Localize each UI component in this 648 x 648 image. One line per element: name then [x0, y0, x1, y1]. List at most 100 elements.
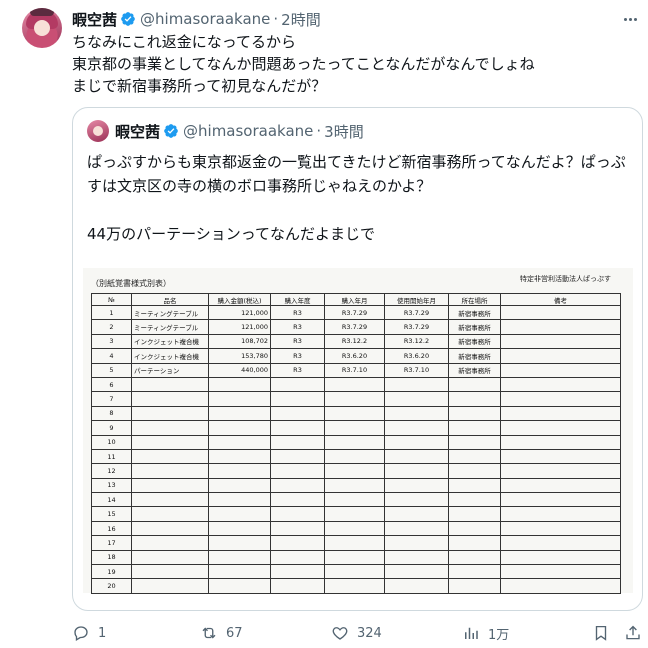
avatar[interactable] — [22, 8, 62, 48]
table-cell: R3.6.20 — [384, 348, 449, 364]
quoted-avatar — [87, 120, 109, 142]
table-cell — [500, 391, 621, 407]
table-cell — [208, 463, 271, 479]
table-row: 3 インクジェット複合機 108,702 R3 R3.12.2 R3.12.2 新宿事務所 — [91, 333, 621, 350]
table-cell — [324, 420, 385, 436]
table-cell — [324, 405, 385, 422]
share-button[interactable] — [624, 622, 648, 644]
table-cell — [208, 477, 271, 494]
table-cell: インクジェット複合機 — [131, 333, 209, 350]
table-cell: 8 — [91, 405, 132, 422]
table-cell — [448, 506, 501, 522]
table-cell — [324, 492, 385, 508]
timestamp[interactable]: 2時間 — [281, 9, 321, 30]
table-cell — [500, 304, 621, 321]
more-icon[interactable] — [620, 9, 640, 29]
table-cell — [500, 477, 621, 494]
table-cell — [208, 578, 271, 594]
table-cell — [270, 463, 325, 479]
table-cell: 1 — [91, 304, 132, 321]
table-row: 20 — [91, 578, 621, 594]
table-cell — [131, 376, 209, 393]
table-cell — [500, 333, 621, 350]
table-cell: R3.12.2 — [324, 333, 385, 350]
table-cell — [324, 564, 385, 580]
table-header-cell: 購入年度 — [270, 293, 325, 306]
table-cell — [208, 376, 271, 393]
table-cell — [324, 463, 385, 479]
table-cell — [324, 535, 385, 551]
table-cell — [324, 549, 385, 566]
tweet-header: 暇空茜 @himasoraakane · 2時間 — [72, 9, 321, 29]
table-cell — [384, 376, 449, 393]
table-row: 14 — [91, 492, 621, 508]
repost-count: 67 — [226, 625, 243, 641]
table-cell — [208, 405, 271, 422]
table-cell — [384, 520, 449, 537]
table-cell — [448, 520, 501, 537]
action-bar: 1 67 324 1万 — [72, 622, 642, 644]
table-row: 4 インクジェット複合機 153,780 R3 R3.6.20 R3.6.20 新宿事務所 — [91, 348, 621, 364]
author-handle[interactable]: @himasoraakane — [140, 10, 270, 28]
table-cell — [270, 420, 325, 436]
table-cell — [500, 520, 621, 537]
table-row: 12 — [91, 463, 621, 479]
quoted-tweet[interactable]: 暇空茜 @himasoraakane · 3時間 ぱっぷすからも東京都返金の一覧… — [72, 107, 643, 611]
table-cell — [270, 564, 325, 580]
table-cell — [448, 376, 501, 393]
table-cell — [131, 391, 209, 407]
table-cell — [131, 564, 209, 580]
table-cell: 7 — [91, 391, 132, 407]
repost-button[interactable]: 67 — [200, 622, 243, 644]
table-cell — [131, 420, 209, 436]
author-name[interactable]: 暇空茜 — [72, 9, 117, 30]
table-cell — [448, 477, 501, 494]
like-icon — [332, 627, 348, 640]
table-cell — [448, 578, 501, 594]
table-cell — [448, 549, 501, 566]
table-cell — [270, 578, 325, 594]
table-cell — [270, 535, 325, 551]
document-image[interactable]: （別紙覚書様式別表） 特定非営利活動法人ぱっぷす № 品名 購入金額(税込) 購入年度… — [83, 268, 633, 594]
table-cell — [208, 549, 271, 566]
table-cell — [448, 405, 501, 422]
table-cell — [500, 564, 621, 580]
table-cell: 17 — [91, 535, 132, 551]
table-cell — [131, 405, 209, 422]
table-row: 17 — [91, 535, 621, 551]
table-cell: 11 — [91, 448, 132, 465]
tweet[interactable]: 暇空茜 @himasoraakane · 2時間 ちなみにこれ返金になってるから… — [0, 0, 648, 648]
table-cell — [324, 391, 385, 407]
views-button[interactable]: 1万 — [462, 622, 509, 644]
table-cell: 440,000 — [208, 362, 271, 378]
table-cell: 新宿事務所 — [448, 304, 501, 321]
table-row: 10 — [91, 434, 621, 450]
table-header-cell: 品名 — [131, 293, 209, 306]
table-cell: 新宿事務所 — [448, 362, 501, 378]
table-cell: R3 — [270, 362, 325, 378]
like-button[interactable]: 324 — [331, 622, 382, 644]
table-cell — [324, 434, 385, 450]
table-cell — [384, 564, 449, 580]
table-cell — [448, 492, 501, 508]
table-cell: 9 — [91, 420, 132, 436]
table-cell — [131, 506, 209, 522]
table-row: 6 — [91, 376, 621, 393]
reply-button[interactable]: 1 — [72, 622, 106, 644]
table-cell: R3 — [270, 333, 325, 350]
table-header-cell: 使用開始年月 — [384, 293, 449, 306]
table-cell — [384, 405, 449, 422]
table-cell — [131, 477, 209, 494]
table-cell: R3.12.2 — [384, 333, 449, 350]
reply-count: 1 — [98, 625, 107, 641]
quoted-header: 暇空茜 @himasoraakane · 3時間 — [115, 121, 364, 141]
table-cell: R3.7.10 — [324, 362, 385, 378]
table-cell: 2 — [91, 319, 132, 335]
table-cell: パーテーション — [131, 362, 209, 378]
table-cell — [448, 434, 501, 450]
table-cell — [208, 420, 271, 436]
table-cell: 15 — [91, 506, 132, 522]
table-row: 18 — [91, 549, 621, 566]
bookmark-button[interactable] — [592, 622, 618, 644]
table-cell — [500, 348, 621, 364]
